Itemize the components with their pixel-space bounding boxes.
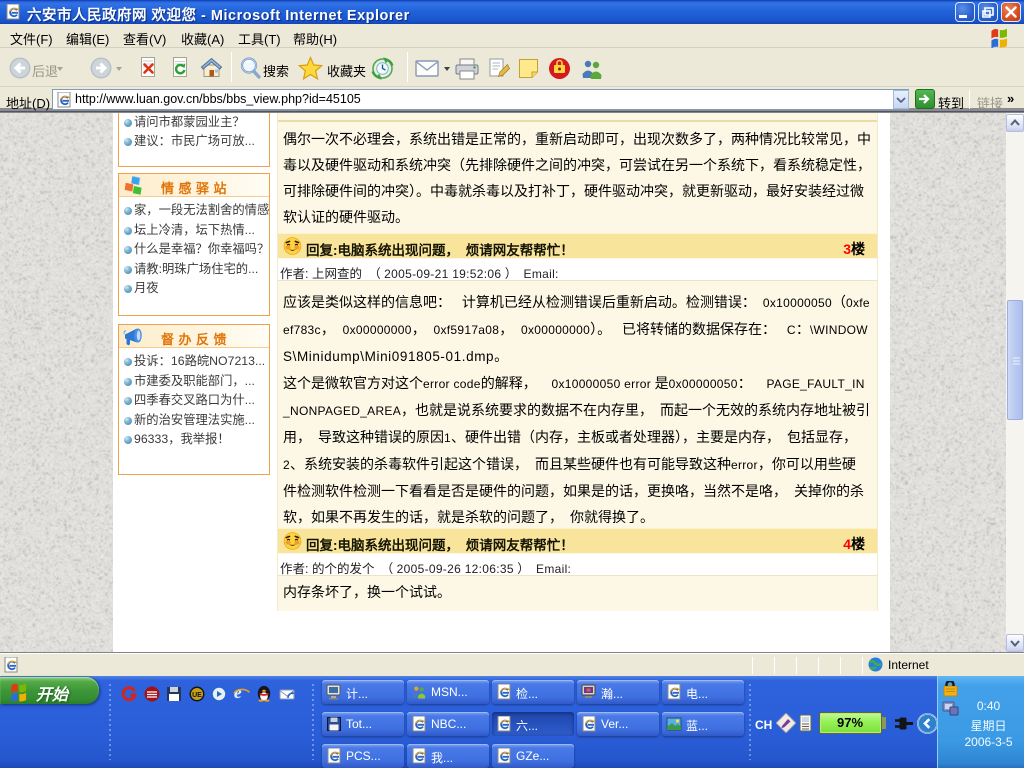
svg-text:UE: UE xyxy=(192,692,202,699)
